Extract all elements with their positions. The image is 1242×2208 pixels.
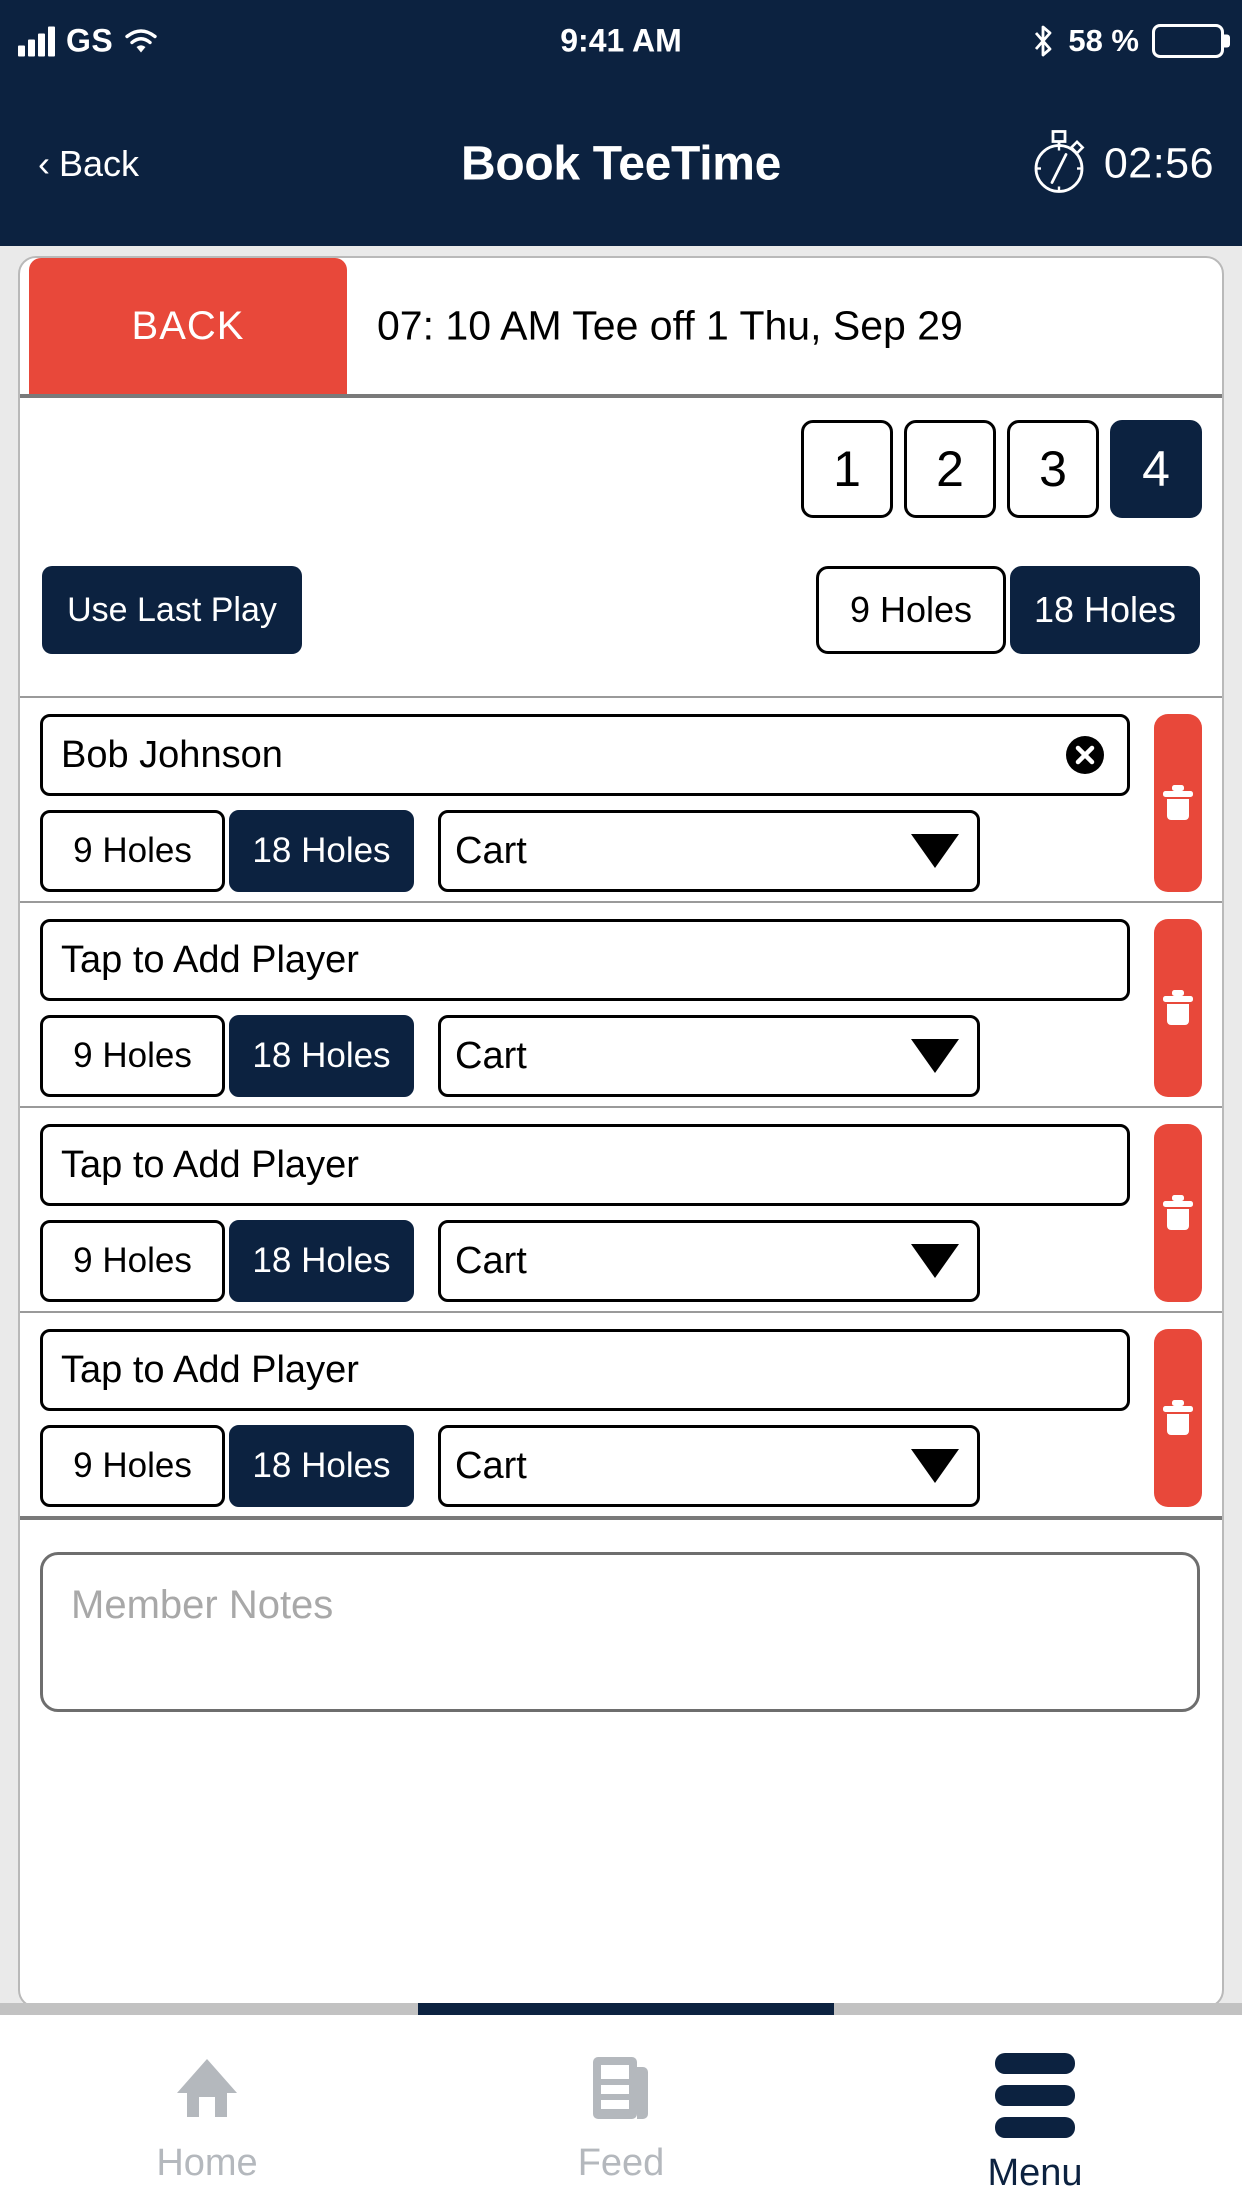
player-holes-18[interactable]: 18 Holes xyxy=(229,810,414,892)
back-button[interactable]: BACK xyxy=(29,258,347,394)
global-holes-9[interactable]: 9 Holes xyxy=(816,566,1006,654)
player-holes-18[interactable]: 18 Holes xyxy=(229,1015,414,1097)
tab-feed-label: Feed xyxy=(577,2142,665,2184)
player-count-selector: 1 2 3 4 xyxy=(801,420,1202,518)
player-name-value: Tap to Add Player xyxy=(61,1348,359,1391)
trash-icon xyxy=(1163,990,1193,1025)
tab-menu[interactable]: Menu xyxy=(828,2015,1242,2195)
player-name-value: Tap to Add Player xyxy=(61,938,359,981)
trash-icon xyxy=(1163,1400,1193,1435)
player-row: Bob Johnson 9 Holes 18 Holes Cart xyxy=(20,696,1222,901)
delete-player-button[interactable] xyxy=(1154,1124,1202,1302)
player-cart-dropdown[interactable]: Cart xyxy=(438,1425,980,1507)
chevron-down-icon xyxy=(911,1449,959,1483)
tab-menu-label: Menu xyxy=(987,2152,1083,2194)
tab-home-label: Home xyxy=(156,2142,258,2184)
player-cart-dropdown[interactable]: Cart xyxy=(438,810,980,892)
player-row-controls: 9 Holes 18 Holes Cart xyxy=(40,1015,980,1097)
player-holes-18[interactable]: 18 Holes xyxy=(229,1425,414,1507)
player-cart-dropdown[interactable]: Cart xyxy=(438,1220,980,1302)
player-count-option-2[interactable]: 2 xyxy=(904,420,996,518)
player-count-option-1[interactable]: 1 xyxy=(801,420,893,518)
trash-icon xyxy=(1163,1195,1193,1230)
global-options-row: Use Last Play 9 Holes 18 Holes xyxy=(20,548,1222,696)
global-holes-18[interactable]: 18 Holes xyxy=(1010,566,1200,654)
player-cart-dropdown[interactable]: Cart xyxy=(438,1015,980,1097)
player-name-field[interactable]: Tap to Add Player xyxy=(40,919,1130,1001)
stopwatch-icon xyxy=(1028,127,1090,202)
delete-player-button[interactable] xyxy=(1154,919,1202,1097)
teetime-info-label: 07: 10 AM Tee off 1 Thu, Sep 29 xyxy=(377,302,963,349)
player-count-option-3[interactable]: 3 xyxy=(1007,420,1099,518)
navigation-bar: ‹ Back Book TeeTime 02:56 xyxy=(0,82,1242,246)
player-count-option-4[interactable]: 4 xyxy=(1110,420,1202,518)
home-icon xyxy=(171,2053,243,2128)
booking-subheader: BACK 07: 10 AM Tee off 1 Thu, Sep 29 xyxy=(20,258,1222,398)
scroll-track[interactable] xyxy=(0,2003,1242,2015)
global-holes-selector: 9 Holes 18 Holes xyxy=(816,566,1200,654)
battery-percent-label: 58 % xyxy=(1068,23,1139,58)
player-name-field[interactable]: Tap to Add Player xyxy=(40,1329,1130,1411)
player-cart-value: Cart xyxy=(455,1444,527,1487)
scroll-thumb[interactable] xyxy=(418,2003,834,2015)
member-notes-input[interactable]: Member Notes xyxy=(40,1552,1200,1712)
booking-card: BACK 07: 10 AM Tee off 1 Thu, Sep 29 1 2… xyxy=(18,256,1224,2008)
player-row-controls: 9 Holes 18 Holes Cart xyxy=(40,1220,980,1302)
battery-icon xyxy=(1152,24,1224,58)
member-notes-section: Member Notes xyxy=(20,1516,1222,1716)
member-notes-placeholder: Member Notes xyxy=(71,1583,334,1627)
trash-icon xyxy=(1163,785,1193,820)
player-name-value: Bob Johnson xyxy=(61,733,283,776)
delete-player-button[interactable] xyxy=(1154,714,1202,892)
player-count-row: 1 2 3 4 xyxy=(20,398,1222,548)
bluetooth-icon xyxy=(1031,24,1055,58)
tab-home[interactable]: Home xyxy=(0,2015,414,2185)
player-holes-18[interactable]: 18 Holes xyxy=(229,1220,414,1302)
player-name-field[interactable]: Tap to Add Player xyxy=(40,1124,1130,1206)
timer-value: 02:56 xyxy=(1103,139,1214,188)
player-cart-value: Cart xyxy=(455,829,527,872)
player-holes-9[interactable]: 9 Holes xyxy=(40,1220,225,1302)
tab-feed[interactable]: Feed xyxy=(414,2015,828,2185)
bottom-tab-bar: Home Feed Menu xyxy=(0,2015,1242,2208)
player-holes-9[interactable]: 9 Holes xyxy=(40,810,225,892)
player-name-value: Tap to Add Player xyxy=(61,1143,359,1186)
use-last-play-button[interactable]: Use Last Play xyxy=(42,566,302,654)
player-row-controls: 9 Holes 18 Holes Cart xyxy=(40,810,980,892)
player-row: Tap to Add Player 9 Holes 18 Holes Cart xyxy=(20,1311,1222,1516)
status-bar: GS 9:41 AM 58 % xyxy=(0,0,1242,82)
player-row: Tap to Add Player 9 Holes 18 Holes Cart xyxy=(20,1106,1222,1311)
chevron-down-icon xyxy=(911,834,959,868)
player-cart-value: Cart xyxy=(455,1239,527,1282)
player-cart-value: Cart xyxy=(455,1034,527,1077)
delete-player-button[interactable] xyxy=(1154,1329,1202,1507)
chevron-down-icon xyxy=(911,1244,959,1278)
player-holes-9[interactable]: 9 Holes xyxy=(40,1425,225,1507)
booking-timer: 02:56 xyxy=(1028,127,1214,202)
chevron-down-icon xyxy=(911,1039,959,1073)
feed-icon xyxy=(589,2053,653,2128)
player-name-field[interactable]: Bob Johnson xyxy=(40,714,1130,796)
player-row-controls: 9 Holes 18 Holes Cart xyxy=(40,1425,980,1507)
player-holes-9[interactable]: 9 Holes xyxy=(40,1015,225,1097)
player-row: Tap to Add Player 9 Holes 18 Holes Cart xyxy=(20,901,1222,1106)
hamburger-icon xyxy=(995,2053,1075,2138)
clear-circle-icon[interactable] xyxy=(1065,735,1105,775)
status-bar-right: 58 % xyxy=(1031,23,1224,59)
